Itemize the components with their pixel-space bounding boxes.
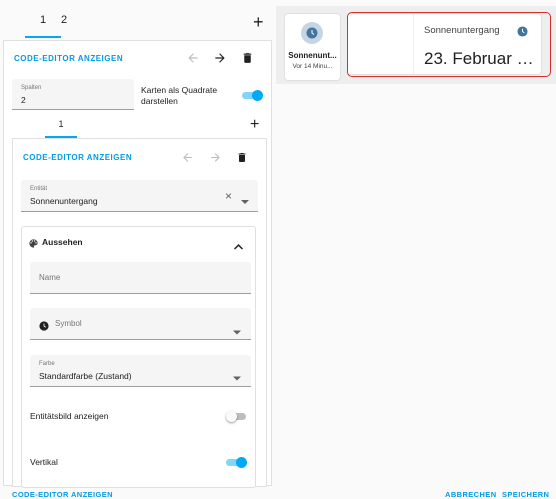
tile-title: Sonnenunt... <box>288 51 337 60</box>
tile-card[interactable]: Sonnenunt... Vor 14 Minu... <box>284 13 341 81</box>
inner-tabs: 1 + <box>12 116 267 138</box>
add-icon[interactable]: + <box>253 12 264 33</box>
arrow-forward-icon[interactable] <box>213 51 227 67</box>
palette-icon <box>28 236 39 254</box>
save-button[interactable]: SPEICHERN <box>502 490 549 499</box>
entity-label: Entität <box>30 186 48 192</box>
add-icon[interactable]: + <box>250 116 259 134</box>
dropdown-icon[interactable] <box>233 322 241 340</box>
appearance-header[interactable]: Aussehen <box>22 227 255 255</box>
appearance-panel: Aussehen Name Symbol Farbe Standardfarbe… <box>21 226 256 488</box>
entity-image-label: Entitätsbild anzeigen <box>30 411 109 421</box>
selection-highlight <box>347 12 551 77</box>
clock-icon <box>39 318 49 336</box>
tile-icon-background <box>301 22 323 44</box>
inner-tab-1[interactable]: 1 <box>45 119 77 138</box>
delete-icon[interactable] <box>241 51 254 67</box>
root-tab-2[interactable]: 2 <box>54 14 74 26</box>
inner-card-editor: CODE-EDITOR ANZEIGEN Entität Sonnenunter… <box>12 138 267 488</box>
clear-icon[interactable]: × <box>225 189 232 203</box>
appearance-title: Aussehen <box>42 237 83 247</box>
show-code-editor-button[interactable]: CODE-EDITOR ANZEIGEN <box>12 490 113 499</box>
clock-icon <box>306 27 318 39</box>
square-cards-label: Karten als Quadrate darstellen <box>141 85 218 106</box>
entity-image-switch[interactable] <box>226 411 246 422</box>
columns-field[interactable]: Spalten 2 <box>12 79 134 110</box>
name-placeholder: Name <box>39 273 61 282</box>
color-label: Farbe <box>39 361 55 367</box>
arrow-back-icon[interactable] <box>186 51 200 67</box>
entity-value: Sonnenuntergang <box>30 196 98 206</box>
tile-subtitle: Vor 14 Minu... <box>292 63 333 70</box>
delete-icon[interactable] <box>236 151 248 166</box>
symbol-placeholder: Symbol <box>55 319 82 328</box>
chevron-up-icon[interactable] <box>234 237 243 255</box>
color-value: Standardfarbe (Zustand) <box>39 371 132 381</box>
show-code-editor-button[interactable]: CODE-EDITOR ANZEIGEN <box>14 54 123 63</box>
square-cards-switch[interactable] <box>242 90 263 101</box>
vertical-switch[interactable] <box>226 457 247 468</box>
color-select[interactable]: Farbe Standardfarbe (Zustand) <box>30 355 251 387</box>
symbol-picker[interactable]: Symbol <box>30 308 251 340</box>
outer-card-editor: CODE-EDITOR ANZEIGEN Spalten 2 Karten al… <box>3 40 272 488</box>
arrow-forward-icon[interactable] <box>209 151 222 166</box>
columns-label: Spalten <box>21 85 42 91</box>
dropdown-icon[interactable] <box>233 368 241 386</box>
arrow-back-icon[interactable] <box>181 151 194 166</box>
show-code-editor-button[interactable]: CODE-EDITOR ANZEIGEN <box>23 153 132 162</box>
cancel-button[interactable]: ABBRECHEN <box>445 490 497 499</box>
columns-value: 2 <box>21 95 26 105</box>
vertical-label: Vertikal <box>30 457 58 467</box>
root-tab-1[interactable]: 1 <box>25 14 61 38</box>
dropdown-icon[interactable] <box>241 192 249 210</box>
name-field[interactable]: Name <box>30 262 251 294</box>
entity-picker[interactable]: Entität Sonnenuntergang × <box>21 180 258 212</box>
root-tabs: 1 2 + <box>0 10 272 38</box>
